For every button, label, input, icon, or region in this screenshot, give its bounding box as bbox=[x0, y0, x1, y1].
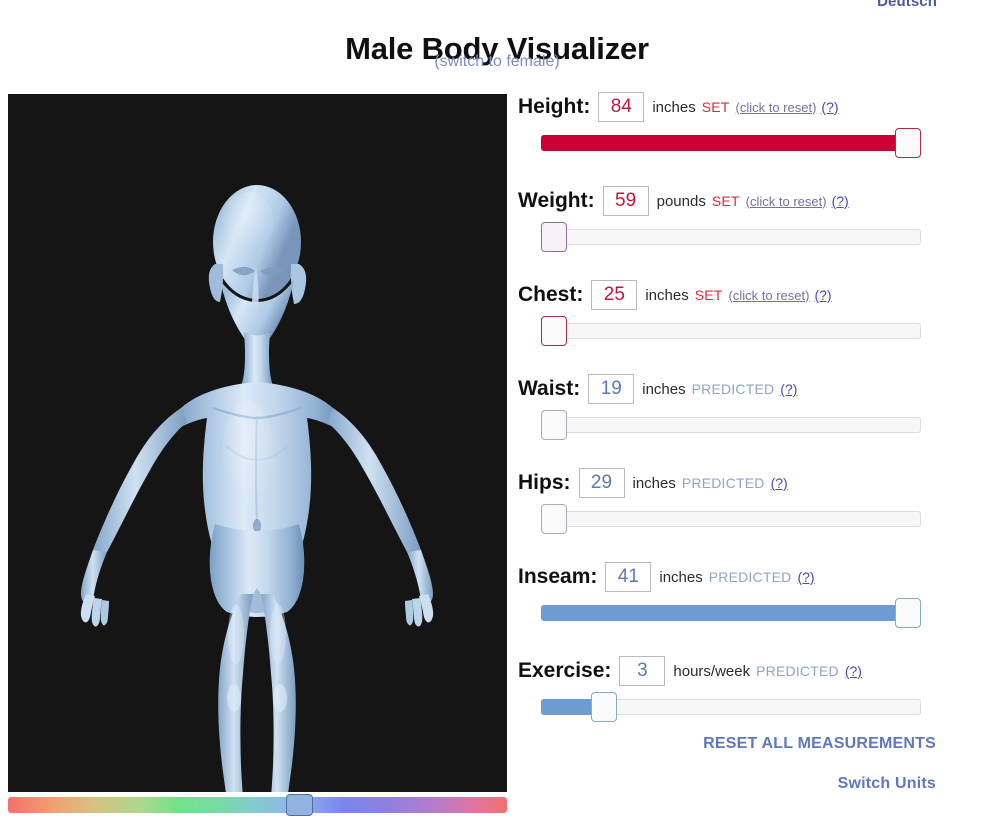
measurement-slider-thumb-weight[interactable] bbox=[541, 222, 567, 252]
measurement-slider-fill-inseam bbox=[541, 605, 921, 621]
measurement-input-height[interactable] bbox=[598, 92, 644, 122]
measurement-header-height: Height: inches SET (click to reset) (?) bbox=[518, 88, 978, 126]
measurement-label-weight: Weight: bbox=[518, 189, 595, 213]
measurement-slider-chest[interactable] bbox=[518, 316, 978, 346]
measurement-slider-thumb-chest[interactable] bbox=[541, 316, 567, 346]
measurement-help-link-height[interactable]: (?) bbox=[821, 99, 838, 115]
measurement-input-exercise[interactable] bbox=[619, 656, 665, 686]
measurement-help-link-chest[interactable]: (?) bbox=[814, 287, 831, 303]
measurement-label-hips: Hips: bbox=[518, 471, 571, 495]
measurement-label-waist: Waist: bbox=[518, 377, 580, 401]
measurement-header-weight: Weight: pounds SET (click to reset) (?) bbox=[518, 182, 978, 220]
background-color-slider[interactable] bbox=[8, 794, 507, 816]
background-color-slider-track[interactable] bbox=[8, 797, 507, 813]
measurement-help-link-hips[interactable]: (?) bbox=[771, 475, 788, 491]
measurement-header-chest: Chest: inches SET (click to reset) (?) bbox=[518, 276, 978, 314]
measurement-unit-hips: inches bbox=[633, 475, 676, 492]
measurement-unit-waist: inches bbox=[642, 381, 685, 398]
measurement-slider-thumb-height[interactable] bbox=[895, 128, 921, 158]
measurement-slider-hips[interactable] bbox=[518, 504, 978, 534]
measurement-reset-link-chest[interactable]: (click to reset) bbox=[729, 288, 810, 303]
measurement-header-waist: Waist: inches PREDICTED (?) bbox=[518, 370, 978, 408]
measurement-header-hips: Hips: inches PREDICTED (?) bbox=[518, 464, 978, 502]
measurement-state-waist: PREDICTED bbox=[692, 381, 775, 397]
measurement-state-weight: SET bbox=[712, 193, 740, 209]
measurement-input-hips[interactable] bbox=[579, 468, 625, 498]
measurement-state-inseam: PREDICTED bbox=[709, 569, 792, 585]
measurement-help-link-inseam[interactable]: (?) bbox=[797, 569, 814, 585]
measurement-label-height: Height: bbox=[518, 95, 590, 119]
language-switch-link[interactable]: Deutsch bbox=[877, 0, 937, 10]
measurement-slider-thumb-hips[interactable] bbox=[541, 504, 567, 534]
switch-to-female-link[interactable]: (switch to female) bbox=[0, 53, 994, 71]
body-render-canvas[interactable] bbox=[8, 94, 507, 792]
measurement-input-waist[interactable] bbox=[588, 374, 634, 404]
measurement-slider-thumb-inseam[interactable] bbox=[895, 598, 921, 628]
measurement-reset-link-height[interactable]: (click to reset) bbox=[736, 100, 817, 115]
measurement-slider-inseam[interactable] bbox=[518, 598, 978, 628]
measurement-unit-height: inches bbox=[652, 99, 695, 116]
measurement-state-hips: PREDICTED bbox=[682, 475, 765, 491]
measurement-slider-track-waist[interactable] bbox=[541, 417, 921, 433]
measurement-slider-exercise[interactable] bbox=[518, 692, 978, 722]
measurement-reset-link-weight[interactable]: (click to reset) bbox=[746, 194, 827, 209]
measurement-help-link-weight[interactable]: (?) bbox=[832, 193, 849, 209]
measurement-slider-track-weight[interactable] bbox=[541, 229, 921, 245]
measurement-slider-height[interactable] bbox=[518, 128, 978, 158]
measurement-row-hips: Hips: inches PREDICTED (?) bbox=[518, 464, 978, 534]
measurement-slider-waist[interactable] bbox=[518, 410, 978, 440]
measurement-input-weight[interactable] bbox=[603, 186, 649, 216]
measurement-slider-track-chest[interactable] bbox=[541, 323, 921, 339]
measurement-row-waist: Waist: inches PREDICTED (?) bbox=[518, 370, 978, 440]
measurement-input-inseam[interactable] bbox=[605, 562, 651, 592]
measurement-slider-fill-exercise bbox=[541, 699, 594, 715]
measurement-input-chest[interactable] bbox=[591, 280, 637, 310]
measurement-slider-weight[interactable] bbox=[518, 222, 978, 252]
reset-all-measurements-button[interactable]: RESET ALL MEASUREMENTS bbox=[703, 735, 936, 753]
measurement-unit-chest: inches bbox=[645, 287, 688, 304]
measurement-label-inseam: Inseam: bbox=[518, 565, 597, 589]
measurement-unit-weight: pounds bbox=[657, 193, 706, 210]
background-color-slider-thumb[interactable] bbox=[286, 794, 313, 816]
measurement-state-chest: SET bbox=[695, 287, 723, 303]
measurement-unit-exercise: hours/week bbox=[673, 663, 750, 680]
measurement-row-inseam: Inseam: inches PREDICTED (?) bbox=[518, 558, 978, 628]
measurement-unit-inseam: inches bbox=[659, 569, 702, 586]
measurement-slider-thumb-exercise[interactable] bbox=[591, 692, 617, 722]
body-avatar-figure bbox=[8, 94, 507, 792]
measurement-row-height: Height: inches SET (click to reset) (?) bbox=[518, 88, 978, 158]
measurement-help-link-waist[interactable]: (?) bbox=[780, 381, 797, 397]
measurement-controls: Height:inchesSET(click to reset)(?)Weigh… bbox=[518, 88, 978, 746]
switch-units-button[interactable]: Switch Units bbox=[838, 775, 936, 793]
measurement-label-chest: Chest: bbox=[518, 283, 583, 307]
measurement-help-link-exercise[interactable]: (?) bbox=[845, 663, 862, 679]
measurement-state-height: SET bbox=[702, 99, 730, 115]
measurement-slider-fill-height bbox=[541, 135, 921, 151]
measurement-state-exercise: PREDICTED bbox=[756, 663, 839, 679]
app-root: Deutsch Male Body Visualizer (switch to … bbox=[0, 0, 994, 822]
measurement-label-exercise: Exercise: bbox=[518, 659, 611, 683]
measurement-slider-thumb-waist[interactable] bbox=[541, 410, 567, 440]
measurement-header-exercise: Exercise: hours/week PREDICTED (?) bbox=[518, 652, 978, 690]
measurement-row-weight: Weight: pounds SET (click to reset) (?) bbox=[518, 182, 978, 252]
measurement-row-exercise: Exercise: hours/week PREDICTED (?) bbox=[518, 652, 978, 722]
measurement-row-chest: Chest: inches SET (click to reset) (?) bbox=[518, 276, 978, 346]
measurement-header-inseam: Inseam: inches PREDICTED (?) bbox=[518, 558, 978, 596]
measurement-slider-track-hips[interactable] bbox=[541, 511, 921, 527]
